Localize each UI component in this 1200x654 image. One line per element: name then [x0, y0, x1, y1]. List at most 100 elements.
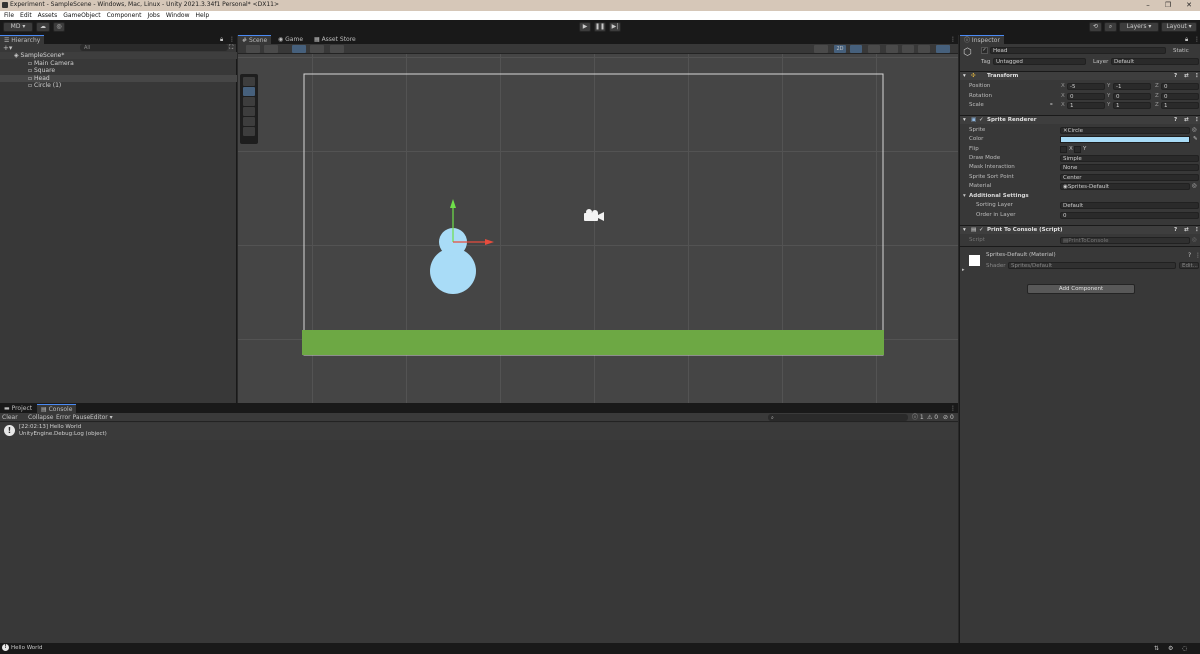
- tab-console[interactable]: ▤ Console: [37, 404, 77, 413]
- help-icon[interactable]: ?: [1188, 252, 1191, 259]
- tab-inspector[interactable]: ⓘ Inspector: [960, 35, 1004, 44]
- enabled-checkbox[interactable]: ✓: [979, 116, 984, 125]
- kebab-menu-icon[interactable]: ⋮: [1194, 226, 1200, 235]
- rotation-x-field[interactable]: 0: [1067, 93, 1105, 100]
- presets-icon[interactable]: ⇄: [1184, 116, 1189, 125]
- history-icon[interactable]: ⟲: [1089, 22, 1102, 32]
- debug-icon[interactable]: ⚙: [1168, 644, 1173, 653]
- draw-mode-dropdown[interactable]: Simple: [1060, 155, 1199, 162]
- effects-toggle[interactable]: [886, 45, 898, 53]
- add-object-button[interactable]: +▾: [3, 44, 12, 52]
- menu-file[interactable]: File: [4, 11, 14, 20]
- kebab-menu-icon[interactable]: ⋮: [950, 404, 956, 413]
- 2d-mode-button[interactable]: 2D: [834, 45, 846, 53]
- ground-square[interactable]: [302, 330, 884, 355]
- scale-z-field[interactable]: 1: [1161, 102, 1199, 109]
- step-icon[interactable]: ▶|: [609, 22, 621, 32]
- layer-dropdown[interactable]: Default: [1111, 58, 1199, 65]
- kebab-menu-icon[interactable]: ⋮: [950, 35, 956, 44]
- active-checkbox[interactable]: ✓: [981, 47, 988, 54]
- sprite-sort-point-dropdown[interactable]: Center: [1060, 174, 1199, 181]
- scale-x-field[interactable]: 1: [1067, 102, 1105, 109]
- camera-settings-button[interactable]: [918, 45, 930, 53]
- tab-project[interactable]: ▬ Project: [0, 404, 36, 413]
- position-x-field[interactable]: -5: [1067, 83, 1105, 90]
- sprite-renderer-header[interactable]: ▾ ▣ ✓ Sprite Renderer ? ⇄ ⋮: [960, 115, 1200, 124]
- color-swatch[interactable]: [1060, 136, 1190, 143]
- menu-component[interactable]: Component: [107, 11, 142, 20]
- scale-tool-icon[interactable]: [243, 107, 255, 116]
- hierarchy-search-input[interactable]: All: [80, 44, 228, 51]
- search-icon[interactable]: ⌕: [1104, 22, 1117, 32]
- warning-count-toggle[interactable]: ⚠ 0: [927, 413, 938, 422]
- enabled-checkbox[interactable]: ✓: [979, 226, 984, 235]
- link-scale-icon[interactable]: ⚭: [1049, 101, 1054, 110]
- help-icon[interactable]: ?: [1174, 116, 1177, 125]
- kebab-menu-icon[interactable]: ⋮: [1194, 72, 1200, 81]
- hand-tool-icon[interactable]: [243, 77, 255, 86]
- move-pivot-button[interactable]: [292, 45, 306, 53]
- order-in-layer-field[interactable]: 0: [1060, 212, 1199, 219]
- collapse-button[interactable]: Collapse: [28, 413, 54, 422]
- eyedropper-icon[interactable]: ✎: [1193, 135, 1198, 144]
- console-search-input[interactable]: ⌕: [768, 414, 908, 421]
- menu-edit[interactable]: Edit: [20, 11, 32, 20]
- info-count-toggle[interactable]: ⓘ 1: [912, 413, 924, 422]
- object-name-field[interactable]: Head: [990, 47, 1166, 54]
- minimize-button[interactable]: –: [1138, 0, 1158, 11]
- kebab-menu-icon[interactable]: ⋮: [1194, 35, 1200, 44]
- flip-x-checkbox[interactable]: [1060, 146, 1067, 153]
- kebab-menu-icon[interactable]: ⋮: [229, 35, 235, 44]
- gizmo-globe-button[interactable]: [814, 45, 828, 53]
- collab-icon[interactable]: ◎: [53, 22, 65, 32]
- shader-dropdown[interactable]: Sprites/Default: [1008, 262, 1176, 269]
- audio-toggle[interactable]: [868, 45, 880, 53]
- foldout-icon[interactable]: ▸: [962, 267, 965, 273]
- list-item[interactable]: ▫ Main Camera: [0, 60, 237, 67]
- menu-jobs[interactable]: Jobs: [147, 11, 159, 20]
- add-component-button[interactable]: Add Component: [1027, 284, 1135, 294]
- list-item[interactable]: ▫ Head: [0, 75, 237, 82]
- transform-tool-icon[interactable]: [243, 127, 255, 136]
- position-y-field[interactable]: -1: [1113, 83, 1151, 90]
- flip-y-checkbox[interactable]: [1074, 146, 1081, 153]
- list-item[interactable]: ▫ Circle (1): [0, 82, 237, 89]
- play-icon[interactable]: ▶: [579, 22, 591, 32]
- rotation-y-field[interactable]: 0: [1113, 93, 1151, 100]
- error-count-toggle[interactable]: ⊘ 0: [943, 413, 954, 422]
- material-field[interactable]: ◉Sprites-Default: [1060, 183, 1190, 190]
- sprite-field[interactable]: ✕Circle: [1060, 127, 1190, 134]
- shading-mode-button[interactable]: [264, 45, 278, 53]
- status-message[interactable]: Hello World: [11, 644, 42, 653]
- tab-game[interactable]: ◉ Game: [274, 35, 307, 44]
- help-icon[interactable]: ?: [1174, 226, 1177, 235]
- sorting-layer-dropdown[interactable]: Default: [1060, 202, 1199, 209]
- menu-window[interactable]: Window: [166, 11, 190, 20]
- object-picker-icon[interactable]: ◎: [1192, 126, 1197, 135]
- rotation-z-field[interactable]: 0: [1161, 93, 1199, 100]
- rect-tool-icon[interactable]: [243, 117, 255, 126]
- presets-icon[interactable]: ⇄: [1184, 226, 1189, 235]
- menu-gameobject[interactable]: GameObject: [63, 11, 100, 20]
- tab-scene[interactable]: # Scene: [238, 35, 272, 44]
- menu-help[interactable]: Help: [196, 11, 210, 20]
- tab-hierarchy[interactable]: ☰ Hierarchy: [0, 35, 45, 44]
- additional-settings-row[interactable]: ▾ Additional Settings: [960, 192, 1200, 201]
- move-tool-icon[interactable]: [243, 87, 255, 96]
- script-header[interactable]: ▾ ▤ ✓ Print To Console (Script) ? ⇄ ⋮: [960, 225, 1200, 234]
- mask-interaction-dropdown[interactable]: None: [1060, 164, 1199, 171]
- kebab-menu-icon[interactable]: ⋮: [1194, 116, 1200, 125]
- console-entry[interactable]: ! [22:02:13] Hello World UnityEngine.Deb…: [0, 423, 958, 440]
- gizmos-button[interactable]: [936, 45, 950, 53]
- menu-assets[interactable]: Assets: [38, 11, 58, 20]
- hidden-objects-toggle[interactable]: [902, 45, 914, 53]
- snap-button[interactable]: [310, 45, 324, 53]
- rotate-tool-icon[interactable]: [243, 97, 255, 106]
- scale-y-field[interactable]: 1: [1113, 102, 1151, 109]
- camera-gizmo-icon[interactable]: [584, 209, 604, 221]
- error-pause-button[interactable]: Error Pause: [56, 413, 90, 422]
- cloud-icon[interactable]: ☁: [36, 22, 50, 32]
- presets-icon[interactable]: ⇄: [1184, 72, 1189, 81]
- draw-mode-button[interactable]: [246, 45, 260, 53]
- progress-icon[interactable]: ◌: [1182, 644, 1187, 653]
